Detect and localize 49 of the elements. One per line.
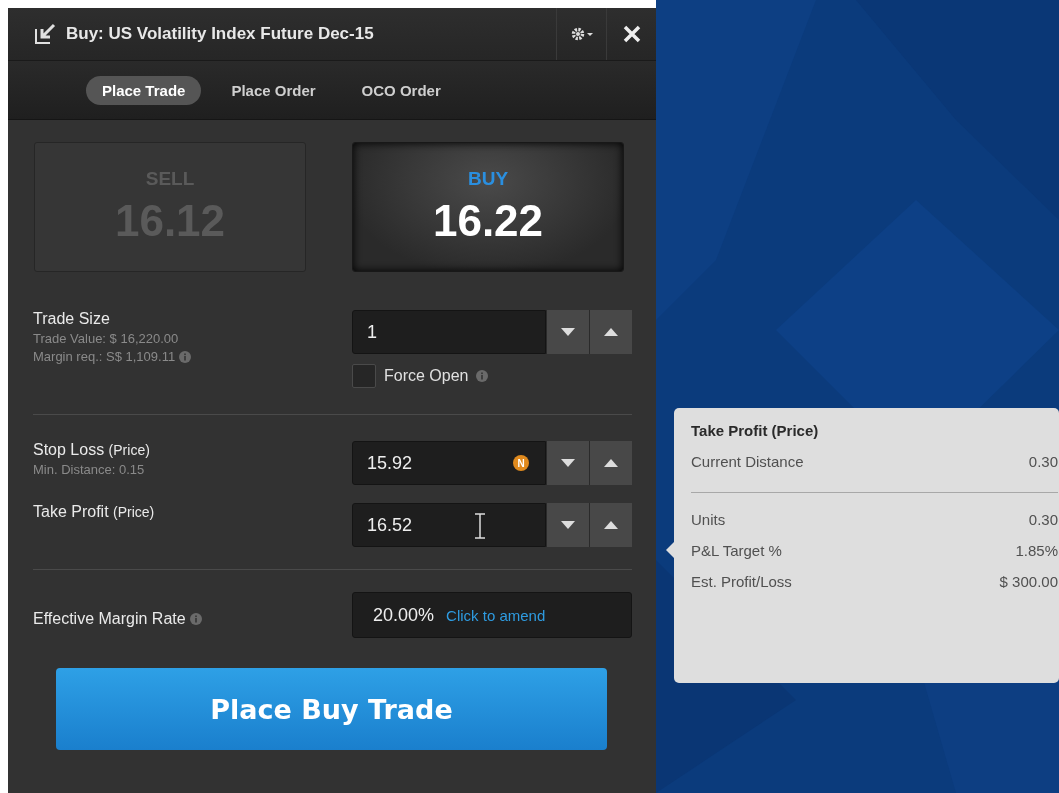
tooltip-label: Current Distance (691, 453, 804, 470)
increase-button[interactable] (589, 441, 632, 485)
down-arrow-icon (561, 521, 575, 529)
field-label: Trade Size (33, 310, 111, 328)
field-label: Stop Loss (Price) (33, 441, 151, 459)
up-arrow-icon (604, 521, 618, 529)
field-label: Effective Margin Rate (33, 610, 186, 628)
tooltip-value: 0.30 (1028, 453, 1058, 470)
window-title: Buy: US Volatility Index Future Dec-15 (66, 24, 375, 44)
tab[interactable]: Place Trade (86, 75, 202, 105)
place-trade-button[interactable]: Place Buy Trade (56, 668, 607, 750)
tooltip-title: Take Profit (Price) (691, 422, 820, 439)
note-text: Min. Distance: 0.15 (33, 462, 145, 477)
info-icon[interactable] (476, 370, 489, 382)
arrow-in-box-icon (34, 23, 58, 45)
tooltip-label: P&L Target % (691, 542, 782, 559)
down-arrow-icon (561, 328, 575, 336)
tooltip-value: 1.85% (1015, 542, 1058, 559)
input-field[interactable]: 1 (352, 310, 546, 354)
price: 16.22 (432, 196, 544, 246)
input-field[interactable]: 16.52 (352, 503, 546, 547)
field-label: Take Profit (Price) (33, 503, 156, 521)
decrease-button[interactable] (546, 441, 589, 485)
tooltip-label: Units (691, 511, 726, 528)
note-text: Margin req.: S$ 1,109.11 (33, 349, 176, 364)
tooltip-value: $ 300.00 (999, 573, 1058, 590)
tooltip-value: 0.30 (1028, 511, 1058, 528)
tab[interactable]: OCO Order (345, 75, 457, 105)
tooltip-label: Est. Profit/Loss (691, 573, 792, 590)
side-label: BUY (467, 168, 509, 190)
increase-button[interactable] (589, 503, 632, 547)
text-cursor-icon (474, 513, 486, 539)
rate-value: 20.00% (373, 604, 435, 626)
increase-button[interactable] (589, 310, 632, 354)
amend-link[interactable]: Click to amend (446, 606, 546, 624)
decrease-button[interactable] (546, 310, 589, 354)
info-icon[interactable] (189, 613, 202, 625)
up-arrow-icon (604, 328, 618, 336)
decrease-button[interactable] (546, 503, 589, 547)
note-text: Trade Value: $ 16,220.00 (33, 331, 179, 346)
settings-icon (569, 26, 594, 42)
close-icon (622, 25, 641, 43)
price-tile[interactable]: BUY 16.22 (352, 142, 624, 272)
checkbox-label: Force Open (384, 367, 469, 385)
info-icon[interactable] (179, 350, 192, 363)
down-arrow-icon (561, 459, 575, 467)
checkbox[interactable] (352, 364, 376, 388)
tab[interactable]: Place Order (215, 75, 332, 105)
up-arrow-icon (604, 459, 618, 467)
